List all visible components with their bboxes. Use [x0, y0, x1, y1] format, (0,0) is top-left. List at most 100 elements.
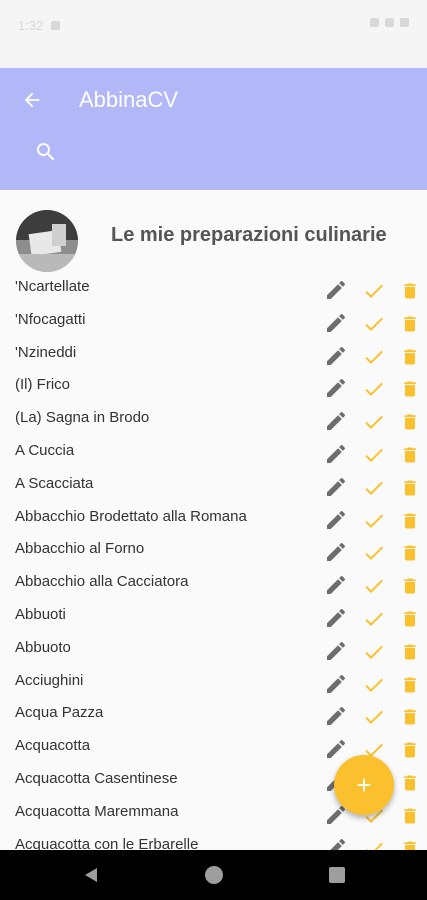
list-item[interactable]: 'Nfocagatti	[0, 303, 427, 336]
list-item[interactable]: 'Ncartellate	[0, 270, 427, 303]
recipe-name: Acquacotta Maremmana	[15, 802, 179, 820]
list-header: Le mie preparazioni culinarie	[0, 208, 427, 272]
recipe-name: 'Ncartellate	[15, 278, 90, 295]
check-icon[interactable]	[361, 279, 387, 303]
avatar	[16, 210, 78, 272]
recipe-name: 'Nzineddi	[15, 343, 77, 361]
pencil-icon[interactable]	[324, 606, 348, 630]
pencil-icon[interactable]	[324, 409, 348, 433]
recipe-name: A Scacciata	[15, 474, 94, 492]
plus-icon	[357, 778, 371, 792]
app-title: AbbinaCV	[79, 87, 179, 112]
trash-icon[interactable]	[400, 640, 420, 664]
check-icon[interactable]	[361, 509, 387, 533]
search-button[interactable]	[32, 138, 60, 166]
pencil-icon[interactable]	[324, 639, 348, 663]
list-item[interactable]: A Scacciata	[0, 467, 427, 500]
nav-recents-icon[interactable]	[329, 867, 345, 883]
recipe-name: (Il) Frico	[15, 376, 70, 394]
recipe-name: Acquacotta Casentinese	[15, 769, 178, 787]
trash-icon[interactable]	[400, 804, 420, 828]
recipe-name: Acquacotta con le Erbarelle	[15, 835, 199, 850]
list-item[interactable]: (Il) Frico	[0, 368, 427, 401]
check-icon[interactable]	[361, 837, 387, 850]
trash-icon[interactable]	[400, 705, 420, 729]
pencil-icon[interactable]	[324, 311, 348, 335]
list-item[interactable]: Acqua Pazza	[0, 696, 427, 729]
trash-icon[interactable]	[400, 345, 420, 369]
recipe-name: (La) Sagna in Brodo	[15, 409, 150, 427]
recipe-name: 'Nfocagatti	[15, 310, 86, 328]
list-item[interactable]: Abbacchio Brodettato alla Romana	[0, 500, 427, 533]
nav-back-icon[interactable]	[82, 866, 100, 884]
list-item[interactable]: Acquacotta con le Erbarelle	[0, 828, 427, 850]
pencil-icon[interactable]	[324, 573, 348, 597]
status-bar: 1:32	[0, 0, 427, 68]
list-item[interactable]: A Cuccia	[0, 434, 427, 467]
list-item[interactable]: 'Nzineddi	[0, 336, 427, 369]
list-item[interactable]: Abbuoti	[0, 598, 427, 631]
recipe-name: Abbacchio al Forno	[15, 540, 145, 558]
trash-icon[interactable]	[400, 837, 420, 850]
system-nav-bar	[0, 850, 427, 900]
check-icon[interactable]	[361, 640, 387, 664]
pencil-icon[interactable]	[324, 278, 348, 302]
arrow-back-icon	[24, 92, 40, 108]
trash-icon[interactable]	[400, 410, 420, 434]
trash-icon[interactable]	[400, 476, 420, 500]
recipe-name: Abbacchio alla Cacciatora	[15, 573, 189, 591]
pencil-icon[interactable]	[324, 704, 348, 728]
check-icon[interactable]	[361, 443, 387, 467]
trash-icon[interactable]	[400, 607, 420, 631]
status-bar-left: 1:32	[18, 18, 61, 33]
check-icon[interactable]	[361, 476, 387, 500]
trash-icon[interactable]	[400, 377, 420, 401]
recipe-name: Abbuoti	[15, 605, 66, 623]
check-icon[interactable]	[361, 541, 387, 565]
trash-icon[interactable]	[400, 738, 420, 762]
search-icon	[37, 143, 55, 161]
check-icon[interactable]	[361, 607, 387, 631]
check-icon[interactable]	[361, 673, 387, 697]
battery-icon	[400, 18, 409, 27]
recipe-name: Abbuoto	[15, 638, 71, 656]
list-item[interactable]: Acciughini	[0, 664, 427, 697]
trash-icon[interactable]	[400, 279, 420, 303]
pencil-icon[interactable]	[324, 672, 348, 696]
wifi-icon	[370, 18, 379, 27]
check-icon[interactable]	[361, 345, 387, 369]
check-icon[interactable]	[361, 705, 387, 729]
trash-icon[interactable]	[400, 574, 420, 598]
back-button[interactable]	[18, 86, 46, 114]
trash-icon[interactable]	[400, 673, 420, 697]
pencil-icon[interactable]	[324, 442, 348, 466]
list-item[interactable]: Abbacchio alla Cacciatora	[0, 565, 427, 598]
pencil-icon[interactable]	[324, 376, 348, 400]
add-recipe-button[interactable]	[334, 755, 394, 815]
page-title: Le mie preparazioni culinarie	[111, 224, 387, 246]
check-icon[interactable]	[361, 574, 387, 598]
pencil-icon[interactable]	[324, 508, 348, 532]
recipe-name: Acciughini	[15, 671, 84, 689]
pencil-icon[interactable]	[324, 475, 348, 499]
list-item[interactable]: (La) Sagna in Brodo	[0, 401, 427, 434]
list-item[interactable]: Abbacchio al Forno	[0, 532, 427, 565]
check-icon[interactable]	[361, 410, 387, 434]
pencil-icon[interactable]	[324, 836, 348, 850]
pencil-icon[interactable]	[324, 737, 348, 761]
list-item[interactable]: Abbuoto	[0, 631, 427, 664]
trash-icon[interactable]	[400, 312, 420, 336]
pencil-icon[interactable]	[324, 540, 348, 564]
recipe-name: A Cuccia	[15, 441, 75, 459]
status-bar-right	[370, 18, 409, 27]
trash-icon[interactable]	[400, 443, 420, 467]
nav-home-icon[interactable]	[205, 866, 223, 884]
check-icon[interactable]	[361, 377, 387, 401]
pencil-icon[interactable]	[324, 344, 348, 368]
recipe-name: Abbacchio Brodettato alla Romana	[15, 507, 247, 525]
trash-icon[interactable]	[400, 541, 420, 565]
trash-icon[interactable]	[400, 771, 420, 795]
trash-icon[interactable]	[400, 509, 420, 533]
signal-icon	[385, 18, 394, 27]
check-icon[interactable]	[361, 312, 387, 336]
